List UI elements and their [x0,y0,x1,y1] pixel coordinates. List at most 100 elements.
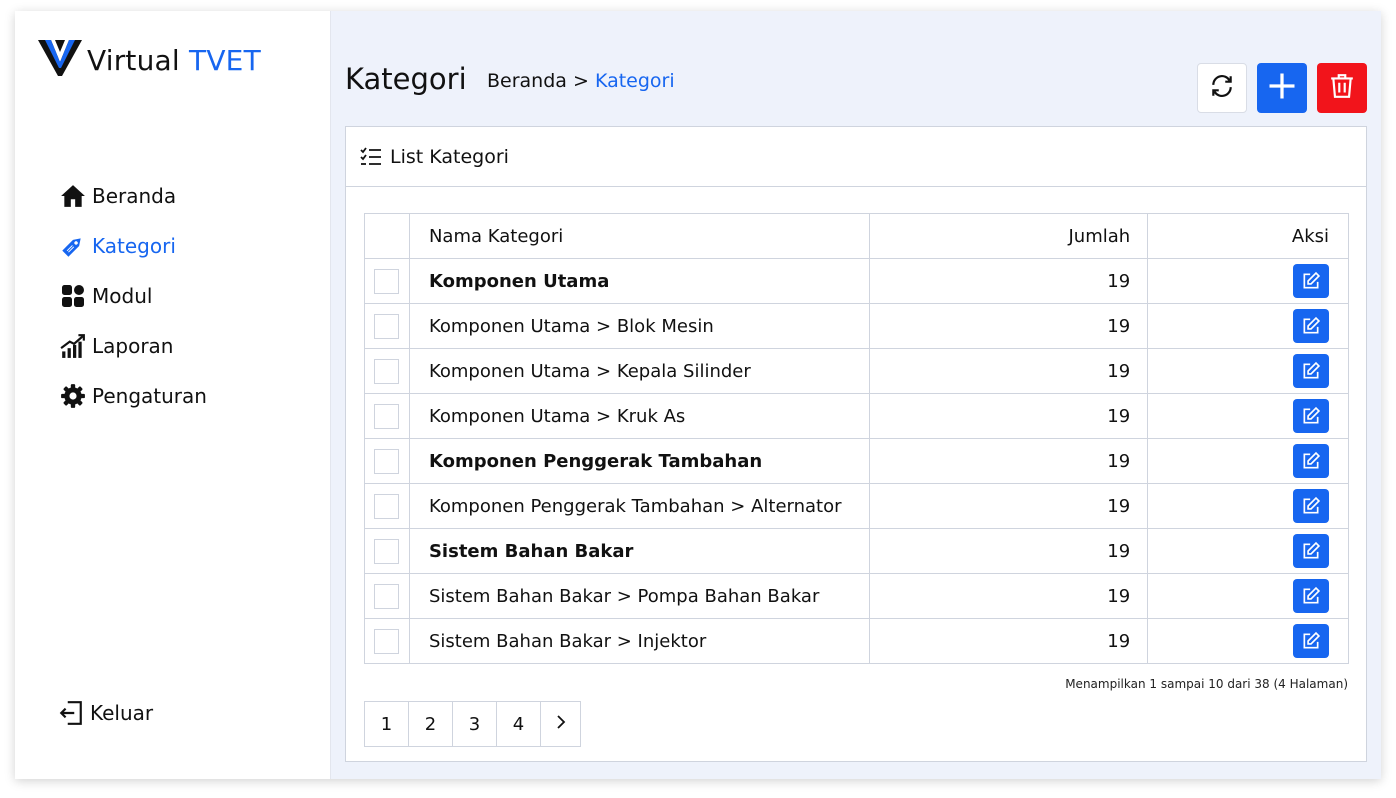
row-count: 19 [869,528,1149,574]
header-count[interactable]: Jumlah [869,213,1149,259]
table-row: Komponen Penggerak Tambahan 19 [364,438,1349,484]
sidebar-item-beranda[interactable]: Beranda [59,171,207,221]
sidebar-item-label: Kategori [92,234,176,258]
row-action-cell [1147,618,1349,664]
edit-button[interactable] [1293,624,1329,658]
row-name: Komponen Penggerak Tambahan > Alternator [408,483,871,529]
sidebar-item-pengaturan[interactable]: Pengaturan [59,371,207,421]
page-button-4[interactable]: 4 [497,702,541,746]
row-checkbox-cell [364,348,410,394]
row-name: Komponen Utama > Blok Mesin [408,303,871,349]
logout-icon [57,699,85,727]
row-checkbox[interactable] [374,628,400,654]
row-action-cell [1147,528,1349,574]
row-count: 19 [869,618,1149,664]
main-content: Kategori Beranda > Kategori List Kategor… [331,11,1381,779]
trash-icon [1329,73,1355,103]
row-checkbox[interactable] [374,358,400,384]
header-action: Aksi [1147,213,1349,259]
table-row: Sistem Bahan Bakar > Pompa Bahan Bakar 1… [364,573,1349,619]
sidebar: Virtual TVET Beranda Kategori Modul Lapo… [15,11,331,779]
edit-button[interactable] [1293,399,1329,433]
row-action-cell [1147,573,1349,619]
row-count: 19 [869,393,1149,439]
row-checkbox[interactable] [374,268,400,294]
edit-button[interactable] [1293,534,1329,568]
edit-icon [1303,631,1321,649]
row-name: Komponen Utama > Kepala Silinder [408,348,871,394]
next-page-button[interactable] [541,702,580,746]
tag-icon [59,232,87,260]
row-name: Sistem Bahan Bakar [408,528,871,574]
edit-button[interactable] [1293,264,1329,298]
edit-icon [1303,451,1321,469]
sidebar-item-modul[interactable]: Modul [59,271,207,321]
row-checkbox-cell [364,573,410,619]
edit-icon [1303,586,1321,604]
edit-button[interactable] [1293,579,1329,613]
row-checkbox[interactable] [374,403,400,429]
header-name[interactable]: Nama Kategori [408,213,871,259]
row-action-cell [1147,258,1349,304]
row-checkbox[interactable] [374,313,400,339]
plus-icon [1267,71,1297,105]
sidebar-item-label: Beranda [92,184,177,208]
logout-button[interactable]: Keluar [57,699,153,727]
row-checkbox[interactable] [374,583,400,609]
edit-icon [1303,496,1321,514]
delete-button[interactable] [1317,63,1367,113]
row-name: Komponen Utama > Kruk As [408,393,871,439]
row-action-cell [1147,483,1349,529]
refresh-button[interactable] [1197,63,1247,113]
edit-button[interactable] [1293,489,1329,523]
sidebar-nav: Beranda Kategori Modul Laporan Pengatura… [59,171,207,421]
app-window: Virtual TVET Beranda Kategori Modul Lapo… [15,11,1381,779]
row-action-cell [1147,303,1349,349]
app-name-part1: Virtual [87,43,180,77]
checklist-icon [360,146,382,167]
row-checkbox-cell [364,258,410,304]
breadcrumb-home[interactable]: Beranda [487,70,567,92]
table-header-row: Nama Kategori Jumlah Aksi [364,213,1349,259]
refresh-icon [1209,73,1235,103]
home-icon [59,182,87,210]
row-checkbox[interactable] [374,538,400,564]
page-button-3[interactable]: 3 [453,702,497,746]
sidebar-item-label: Laporan [92,334,174,358]
card-header: List Kategori [346,127,1366,187]
app-name-part2: TVET [189,43,261,77]
sidebar-item-kategori[interactable]: Kategori [59,221,207,271]
edit-icon [1303,316,1321,334]
page-button-2[interactable]: 2 [409,702,453,746]
row-count: 19 [869,573,1149,619]
row-checkbox-cell [364,438,410,484]
row-name: Komponen Utama [408,258,871,304]
sidebar-item-laporan[interactable]: Laporan [59,321,207,371]
table-row: Komponen Penggerak Tambahan > Alternator… [364,483,1349,529]
edit-button[interactable] [1293,354,1329,388]
breadcrumb-separator: > [572,70,589,92]
table-row: Komponen Utama > Blok Mesin 19 [364,303,1349,349]
row-checkbox-cell [364,393,410,439]
row-count: 19 [869,483,1149,529]
pagination-summary: Menampilkan 1 sampai 10 dari 38 (4 Halam… [1065,677,1348,691]
row-name: Sistem Bahan Bakar > Pompa Bahan Bakar [408,573,871,619]
edit-icon [1303,406,1321,424]
category-table: Nama Kategori Jumlah Aksi Komponen Utama… [364,213,1349,664]
table-row: Sistem Bahan Bakar > Injektor 19 [364,618,1349,664]
table-row: Komponen Utama > Kruk As 19 [364,393,1349,439]
row-checkbox[interactable] [374,493,400,519]
edit-button[interactable] [1293,309,1329,343]
table-row: Komponen Utama 19 [364,258,1349,304]
sidebar-item-label: Modul [92,284,153,308]
row-checkbox[interactable] [374,448,400,474]
add-category-button[interactable] [1257,63,1307,113]
logo[interactable]: Virtual TVET [37,38,261,82]
page-button-1[interactable]: 1 [365,702,409,746]
row-count: 19 [869,348,1149,394]
edit-icon [1303,271,1321,289]
table-row: Sistem Bahan Bakar 19 [364,528,1349,574]
breadcrumb-current: Kategori [594,70,675,92]
sidebar-item-label: Pengaturan [92,384,207,408]
edit-button[interactable] [1293,444,1329,478]
